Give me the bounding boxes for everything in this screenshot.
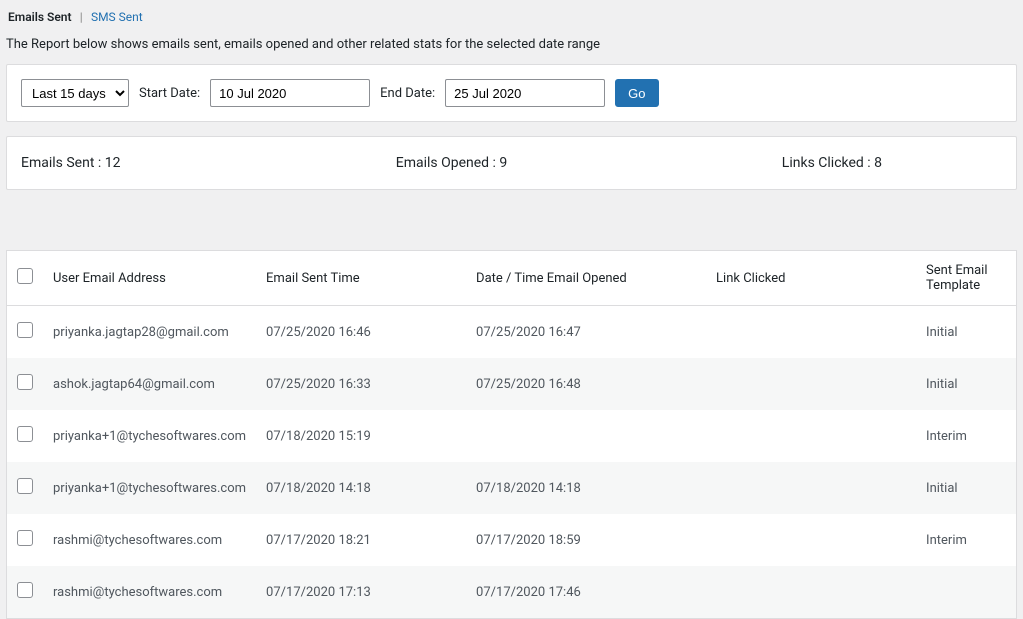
select-all-checkbox[interactable]: [17, 268, 33, 284]
end-date-input[interactable]: [445, 79, 605, 107]
cell-email: priyanka+1@tychesoftwares.com: [43, 462, 256, 514]
cell-link-clicked: [706, 410, 916, 462]
end-date-label: End Date:: [380, 86, 435, 101]
row-checkbox[interactable]: [17, 322, 33, 338]
cell-sent-time: 07/25/2020 16:46: [256, 306, 466, 359]
email-table: User Email Address Email Sent Time Date …: [7, 251, 1016, 618]
cell-sent-time: 07/18/2020 15:19: [256, 410, 466, 462]
tab-sms-sent[interactable]: SMS Sent: [89, 10, 145, 24]
col-user-email[interactable]: User Email Address: [43, 251, 256, 306]
go-button[interactable]: Go: [615, 79, 658, 107]
start-date-label: Start Date:: [139, 86, 200, 101]
col-template[interactable]: Sent Email Template: [916, 251, 1016, 306]
filter-panel: Last 15 days Start Date: End Date: Go: [6, 64, 1017, 122]
cell-template: Initial: [916, 306, 1016, 359]
row-checkbox[interactable]: [17, 478, 33, 494]
row-checkbox[interactable]: [17, 530, 33, 546]
range-select[interactable]: Last 15 days: [21, 79, 129, 107]
col-opened-time[interactable]: Date / Time Email Opened: [466, 251, 706, 306]
row-checkbox[interactable]: [17, 582, 33, 598]
cell-link-clicked: [706, 306, 916, 359]
cell-template: Interim: [916, 514, 1016, 566]
cell-opened-time: 07/25/2020 16:48: [466, 358, 706, 410]
cell-sent-time: 07/17/2020 17:13: [256, 566, 466, 618]
cell-email: ashok.jagtap64@gmail.com: [43, 358, 256, 410]
cell-email: rashmi@tychesoftwares.com: [43, 566, 256, 618]
cell-sent-time: 07/25/2020 16:33: [256, 358, 466, 410]
tab-separator: |: [77, 10, 86, 24]
stat-links-clicked: Links Clicked : 8: [595, 155, 1002, 171]
row-checkbox[interactable]: [17, 374, 33, 390]
table-row: ashok.jagtap64@gmail.com07/25/2020 16:33…: [7, 358, 1016, 410]
col-link-clicked[interactable]: Link Clicked: [706, 251, 916, 306]
cell-template: Initial: [916, 462, 1016, 514]
start-date-input[interactable]: [210, 79, 370, 107]
cell-opened-time: 07/25/2020 16:47: [466, 306, 706, 359]
cell-opened-time: 07/17/2020 17:46: [466, 566, 706, 618]
table-row: priyanka+1@tychesoftwares.com07/18/2020 …: [7, 410, 1016, 462]
cell-opened-time: 07/17/2020 18:59: [466, 514, 706, 566]
table-row: priyanka+1@tychesoftwares.com07/18/2020 …: [7, 462, 1016, 514]
table-row: rashmi@tychesoftwares.com07/17/2020 17:1…: [7, 566, 1016, 618]
cell-email: priyanka+1@tychesoftwares.com: [43, 410, 256, 462]
cell-email: priyanka.jagtap28@gmail.com: [43, 306, 256, 359]
tab-emails-sent[interactable]: Emails Sent: [6, 10, 74, 24]
table-row: priyanka.jagtap28@gmail.com07/25/2020 16…: [7, 306, 1016, 359]
table-row: rashmi@tychesoftwares.com07/17/2020 18:2…: [7, 514, 1016, 566]
col-sent-time[interactable]: Email Sent Time: [256, 251, 466, 306]
cell-link-clicked: [706, 462, 916, 514]
report-subtitle: The Report below shows emails sent, emai…: [0, 31, 1023, 64]
stats-panel: Emails Sent : 12 Emails Opened : 9 Links…: [6, 136, 1017, 190]
cell-opened-time: 07/18/2020 14:18: [466, 462, 706, 514]
cell-link-clicked: [706, 514, 916, 566]
email-table-wrap: User Email Address Email Sent Time Date …: [6, 250, 1017, 619]
cell-sent-time: 07/18/2020 14:18: [256, 462, 466, 514]
stat-emails-opened: Emails Opened : 9: [308, 155, 595, 171]
cell-opened-time: [466, 410, 706, 462]
report-tabs: Emails Sent | SMS Sent: [0, 0, 1023, 31]
cell-email: rashmi@tychesoftwares.com: [43, 514, 256, 566]
cell-link-clicked: [706, 358, 916, 410]
row-checkbox[interactable]: [17, 426, 33, 442]
cell-template: Initial: [916, 358, 1016, 410]
stat-emails-sent: Emails Sent : 12: [21, 155, 308, 171]
cell-link-clicked: [706, 566, 916, 618]
cell-template: Interim: [916, 410, 1016, 462]
cell-template: [916, 566, 1016, 618]
cell-sent-time: 07/17/2020 18:21: [256, 514, 466, 566]
